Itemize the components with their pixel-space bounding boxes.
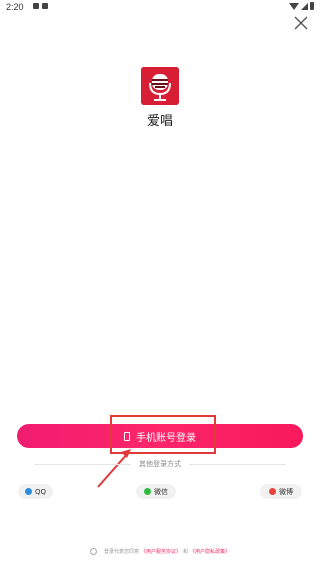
wechat-label: 微信 bbox=[154, 487, 168, 496]
user-agreement-link[interactable]: 《用户服务协议》 bbox=[141, 548, 181, 555]
weibo-label: 微博 bbox=[279, 487, 293, 496]
agreement-row: 登录代表您同意 《用户服务协议》 和 《用户隐私政策》 bbox=[0, 548, 320, 555]
status-right-icons bbox=[289, 2, 314, 10]
close-button[interactable] bbox=[292, 14, 310, 32]
qq-icon bbox=[24, 488, 32, 495]
gallery-icon bbox=[33, 3, 39, 9]
close-icon bbox=[294, 16, 308, 30]
qq-label: QQ bbox=[34, 487, 47, 496]
microphone-logo-icon bbox=[141, 67, 179, 105]
other-login-methods-divider: 其他登录方式 bbox=[34, 459, 286, 469]
battery-icon bbox=[310, 2, 314, 10]
agreement-prefix: 登录代表您同意 bbox=[103, 549, 139, 555]
wifi-icon bbox=[289, 2, 299, 10]
status-time: 2:20 bbox=[6, 2, 24, 12]
phone-icon bbox=[124, 431, 130, 441]
weibo-login-button[interactable]: 微博 bbox=[260, 484, 302, 499]
status-bar: 2:20 bbox=[0, 0, 320, 14]
app-name: 爱唱 bbox=[146, 114, 173, 129]
app-logo bbox=[141, 67, 179, 105]
phone-login-label: 手机账号登录 bbox=[136, 432, 196, 444]
phone-login-button[interactable]: 手机账号登录 bbox=[17, 424, 303, 448]
agreement-checkbox[interactable] bbox=[89, 548, 97, 555]
qq-login-button[interactable]: QQ bbox=[18, 484, 53, 499]
wechat-login-button[interactable]: 微信 bbox=[136, 484, 176, 499]
weibo-icon bbox=[269, 488, 276, 495]
divider-line-right bbox=[189, 463, 286, 465]
wechat-icon bbox=[144, 488, 151, 495]
other-login-methods-label: 其他登录方式 bbox=[139, 460, 181, 468]
divider-line-left bbox=[34, 463, 131, 465]
notification-icon bbox=[42, 3, 48, 9]
signal-icon bbox=[301, 2, 308, 10]
privacy-policy-link[interactable]: 《用户隐私政策》 bbox=[190, 548, 230, 555]
agreement-and: 和 bbox=[183, 549, 189, 555]
